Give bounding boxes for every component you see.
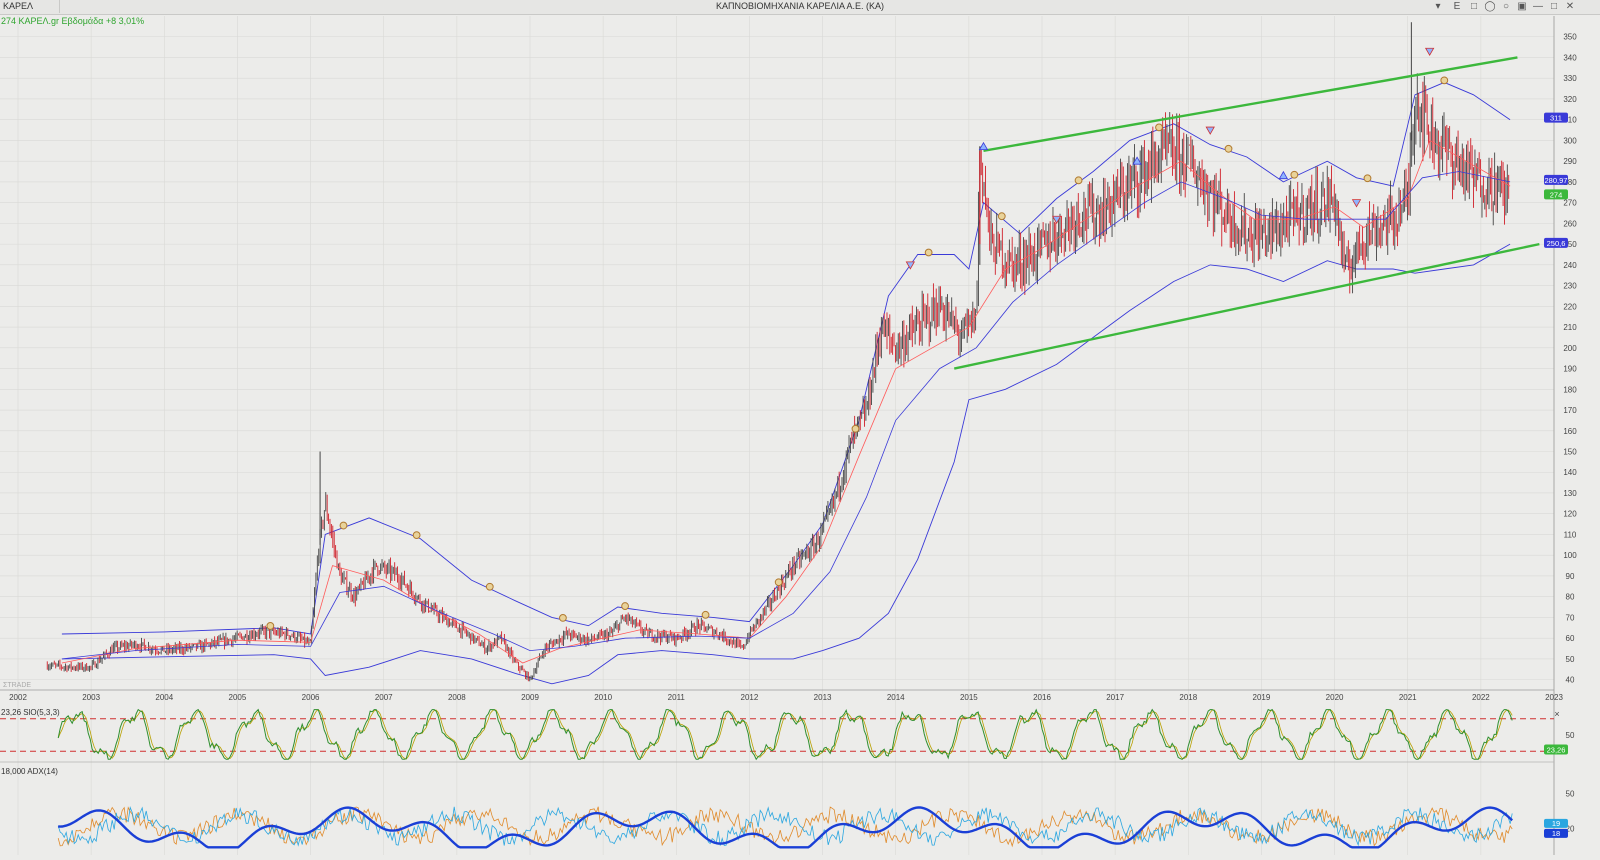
y-tick-label: 170 [1563,406,1577,415]
y-tick-label: 60 [1566,634,1575,643]
y-tick-label: 230 [1563,282,1577,291]
signal-marker [621,602,629,610]
x-tick-label: 2015 [960,693,978,702]
x-tick-label: 2009 [521,693,539,702]
signal-marker [559,614,567,622]
y-tick-label: 110 [1564,530,1577,539]
sell-signal-marker [905,261,916,270]
y-tick-label: 350 [1563,33,1577,42]
x-tick-label: 2013 [814,693,832,702]
y-tick-label: 200 [1563,344,1577,353]
x-tick-label: 2008 [448,693,466,702]
y-tick-label: 140 [1563,468,1577,477]
x-tick-label: 2012 [741,693,759,702]
y-tick-label: 320 [1563,95,1577,104]
y-tick-label: 120 [1563,510,1577,519]
signal-marker [851,424,860,433]
x-tick-label: 2020 [1326,693,1344,702]
signal-marker [485,582,494,591]
y-tick-label: 80 [1566,593,1575,602]
y-tick-label: 340 [1563,53,1577,62]
x-tick-label: 2005 [229,693,247,702]
stoch-legend: 23,26 SlO(5,3,3) [1,708,60,717]
y-tick-label: 260 [1563,219,1577,228]
signal-marker [774,578,783,587]
y-tick-label: 300 [1563,136,1577,145]
stoch-value-text: 23,26 [1547,745,1566,754]
last-value-text: 250,6 [1547,239,1566,248]
signal-marker [1290,170,1299,179]
buy-signal-marker [1278,170,1289,180]
y-tick-label: 90 [1566,572,1575,581]
axes: 40 50 60 70 80 90 100 110 120 130 140 150 160 170 180 1… [0,16,1577,855]
signal-marker [997,212,1006,221]
y-tick-label: 160 [1563,427,1577,436]
y-tick-label: 100 [1563,551,1577,560]
watermark: ΣTRADE [3,682,31,689]
signal-marker [701,610,710,619]
signal-marker [1363,174,1372,183]
adx-value-text: 19 [1552,819,1560,828]
sell-signal-marker [1424,47,1435,57]
y-tick-label: 270 [1563,199,1577,208]
x-tick-label: 2004 [155,693,173,702]
y-tick-label: 40 [1566,676,1575,685]
x-tick-label: 2016 [1033,693,1051,702]
sell-signal-marker [1205,126,1215,135]
stock-chart[interactable]: 40 50 60 70 80 90 100 110 120 130 140 150 160 170 180 1… [0,0,1600,860]
signal-marker [1224,144,1233,153]
y-tick-label: 130 [1563,489,1577,498]
x-tick-label: 2017 [1106,693,1124,702]
x-tick-label: 2022 [1472,693,1490,702]
bollinger-upper-line [61,81,1511,635]
y-tick-label: 240 [1563,261,1577,270]
y-tick-label: 330 [1563,74,1577,83]
signal-marker [412,531,421,540]
y-tick-label: 290 [1563,157,1577,166]
y-tick-label: 150 [1563,448,1577,457]
signal-marker [1074,176,1083,185]
adx-value-text: 18 [1552,829,1560,838]
x-tick-label: 2006 [302,693,320,702]
x-tick-label: 2010 [594,693,612,702]
signal-marker [1440,76,1449,85]
sell-signal-marker [1351,199,1362,208]
x-tick-label: 2003 [82,693,100,702]
x-tick-label: 2011 [668,693,686,702]
y-tick-label: 180 [1563,385,1577,394]
last-value-text: 274 [1550,190,1563,199]
buy-signal-marker [978,141,989,151]
close-panel-icon: × [1554,709,1559,719]
y-tick-label: 190 [1563,365,1577,374]
adx-line [58,806,1514,849]
adx-legend: 18,000 ADX(14) [1,767,58,776]
y-tick-label: 50 [1566,655,1575,664]
adx-y-tick: 50 [1566,789,1575,798]
last-value-text: 311 [1550,114,1562,123]
y-tick-label: 70 [1566,613,1575,622]
signal-marker [1155,123,1163,132]
indicator-panels: 23,26 SlO(5,3,3)5023,26×18,000 ADX(14)50… [0,708,1575,849]
grid [0,16,1555,855]
x-tick-label: 2021 [1399,693,1417,702]
signal-markers [266,47,1449,630]
y-tick-label: 210 [1563,323,1577,332]
x-tick-label: 2014 [887,693,905,702]
signal-marker [339,521,348,530]
stoch-k-line [57,708,1513,761]
signal-marker [266,622,275,630]
last-value-text: 280,97 [1545,176,1568,185]
x-tick-label: 2019 [1253,693,1271,702]
x-tick-label: 2002 [9,693,27,702]
stoch-y-tick: 50 [1566,731,1575,740]
signal-marker [924,248,933,257]
x-tick-label: 2007 [375,693,393,702]
y-tick-label: 220 [1563,302,1577,311]
x-tick-label: 2018 [1179,693,1197,702]
sell-signal-marker [1051,215,1062,225]
